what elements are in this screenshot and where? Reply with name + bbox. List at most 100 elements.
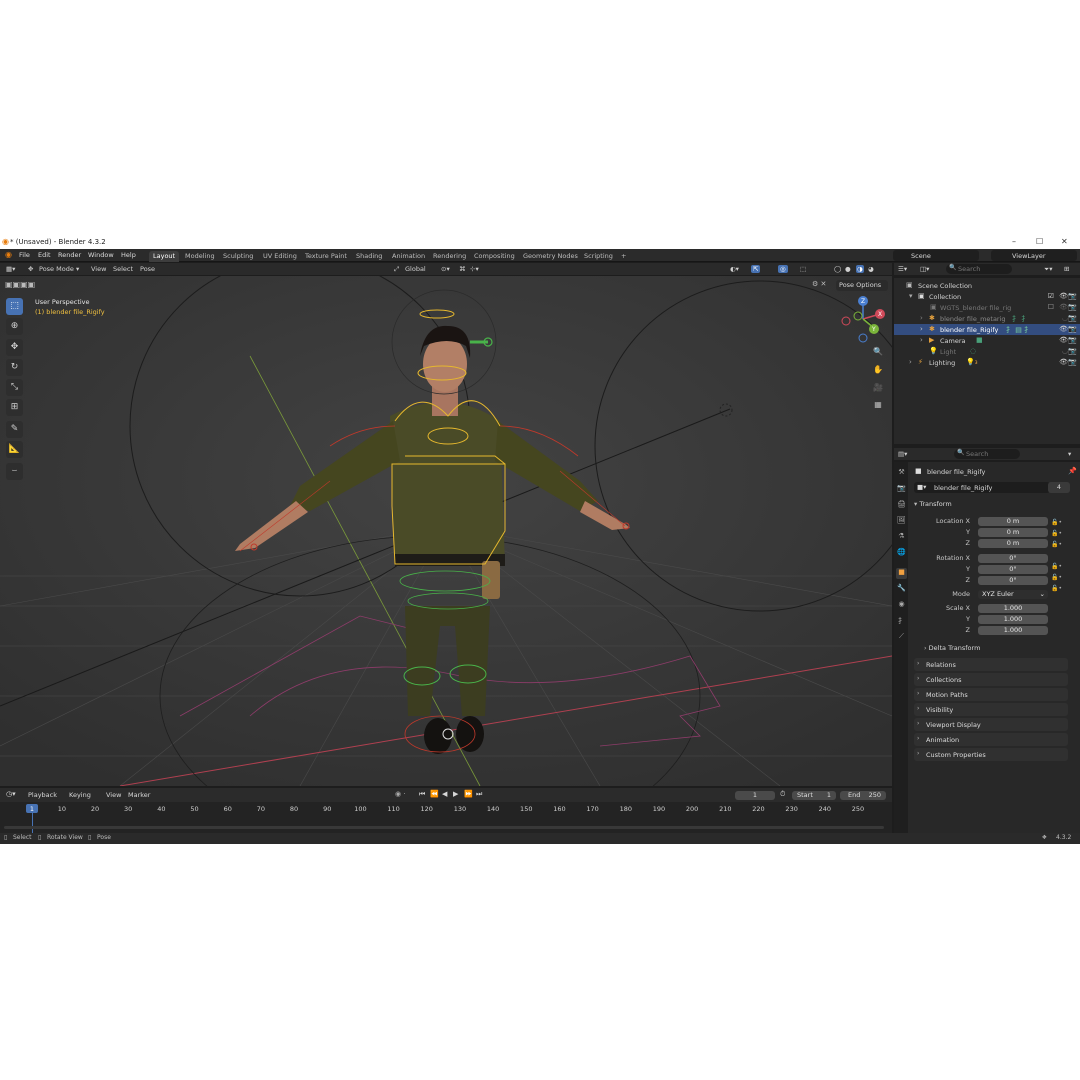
shading-wireframe-icon[interactable]: ◯ bbox=[834, 265, 841, 273]
location-y-field[interactable]: 0 m bbox=[978, 528, 1048, 537]
play-icon[interactable]: ▶ bbox=[453, 790, 458, 798]
start-frame-field[interactable]: Start 1 bbox=[792, 791, 836, 800]
outliner-row-rigify[interactable]: › ✱ blender file_Rigify ⺘ ▤ ⺘ 👁 📷 bbox=[894, 324, 1080, 335]
scene-tab-icon[interactable]: ⚗ bbox=[896, 532, 907, 543]
3d-viewport[interactable]: User Perspective (1) blender file_Rigify… bbox=[0, 276, 892, 786]
navigation-gizmo[interactable]: Z X Y bbox=[838, 294, 888, 344]
render-camera-icon[interactable]: 📷 bbox=[1068, 358, 1077, 366]
tab-sculpting[interactable]: Sculpting bbox=[219, 251, 257, 262]
timeline-scrollbar[interactable] bbox=[4, 826, 884, 829]
expand-chevron-icon[interactable]: › bbox=[920, 314, 923, 322]
render-tab-icon[interactable]: 📷 bbox=[896, 484, 907, 495]
tab-uv-editing[interactable]: UV Editing bbox=[259, 251, 301, 262]
transform-lock-icons[interactable]: 🔓• 🔓• 🔓• 🔓• 🔓• 🔓• bbox=[1051, 517, 1062, 594]
stopwatch-icon[interactable]: ⏱ bbox=[780, 790, 785, 799]
end-frame-field[interactable]: End 250 bbox=[840, 791, 886, 800]
shading-rendered-icon[interactable]: ◕ bbox=[868, 265, 874, 273]
custom-properties-panel[interactable]: › Custom Properties bbox=[914, 748, 1068, 761]
properties-editor-type-icon[interactable]: ▤▾ bbox=[898, 450, 907, 458]
camera-view-icon[interactable]: 🎥 bbox=[870, 380, 886, 396]
maximize-button[interactable]: ☐ bbox=[1036, 237, 1043, 246]
animation-panel[interactable]: › Animation bbox=[914, 733, 1068, 746]
constraints-tab-icon[interactable]: ⺘ bbox=[896, 616, 907, 627]
select-box-tool-icon[interactable]: ⬚ bbox=[6, 298, 23, 315]
transform-panel-header[interactable]: ▾ Transform bbox=[914, 500, 952, 508]
orientation-dropdown[interactable]: Global bbox=[405, 265, 426, 273]
relax-pose-tool-icon[interactable]: ⌣ bbox=[6, 463, 23, 480]
snap-icon[interactable]: ⌘ bbox=[459, 265, 466, 273]
menu-window[interactable]: Window bbox=[88, 251, 114, 259]
exclude-checkbox[interactable]: ☐ bbox=[1048, 303, 1054, 311]
selection-mode-icons[interactable]: ▣▣▣▣ bbox=[5, 280, 35, 289]
visibility-eye-icon[interactable]: 👁 bbox=[1059, 292, 1068, 300]
filter-icon[interactable]: ⏷▾ bbox=[1044, 265, 1052, 274]
rotation-mode-dropdown[interactable]: XYZ Euler ⌄ bbox=[978, 590, 1048, 599]
jump-start-icon[interactable]: ⏮ bbox=[419, 790, 425, 799]
outliner-row-wgts[interactable]: ▣ WGTS_blender file_rig ☐ 👁 📷 bbox=[894, 302, 1080, 313]
expand-chevron-icon[interactable]: › bbox=[920, 336, 923, 344]
menu-file[interactable]: File bbox=[19, 251, 30, 259]
close-window-button[interactable]: ✕ bbox=[1061, 237, 1068, 246]
tool-tab-icon[interactable]: ⚒ bbox=[896, 468, 907, 479]
new-collection-icon[interactable]: ⊞ bbox=[1064, 265, 1069, 273]
move-tool-icon[interactable]: ✥ bbox=[6, 339, 23, 356]
scene-selector[interactable]: Scene bbox=[893, 250, 979, 261]
location-z-field[interactable]: 0 m bbox=[978, 539, 1048, 548]
tab-compositing[interactable]: Compositing bbox=[470, 251, 519, 262]
exclude-checkbox[interactable]: ☑ bbox=[1048, 292, 1054, 300]
scale-tool-icon[interactable]: ⤡ bbox=[6, 379, 23, 396]
tab-layout[interactable]: Layout bbox=[149, 251, 180, 262]
physics-tab-icon[interactable]: ◉ bbox=[896, 600, 907, 611]
snap-target-icon[interactable]: ⊹▾ bbox=[470, 265, 479, 273]
outliner-row-light[interactable]: 💡 Light ◌ ◡ 📷 bbox=[894, 346, 1080, 357]
user-count-field[interactable]: 4 bbox=[1048, 482, 1070, 493]
outliner-row-collection[interactable]: ▾ ▣ Collection ☑ 👁 📷 bbox=[894, 291, 1080, 302]
menu-view[interactable]: View bbox=[91, 265, 106, 273]
visibility-eye-icon[interactable]: 👁 bbox=[1059, 325, 1068, 333]
rotation-y-field[interactable]: 0° bbox=[978, 565, 1048, 574]
render-camera-icon[interactable]: 📷 bbox=[1068, 336, 1077, 344]
scale-z-field[interactable]: 1.000 bbox=[978, 626, 1048, 635]
xray-icon[interactable]: ⬚ bbox=[800, 265, 806, 273]
viewlayer-selector[interactable]: ViewLayer bbox=[991, 250, 1077, 261]
measure-tool-icon[interactable]: 📐 bbox=[6, 441, 23, 458]
rotation-z-field[interactable]: 0° bbox=[978, 576, 1048, 585]
add-workspace-button[interactable]: + bbox=[617, 251, 630, 262]
pivot-icon[interactable]: ⊙▾ bbox=[441, 265, 450, 273]
modifiers-tab-icon[interactable]: 🔧 bbox=[896, 584, 907, 595]
visibility-icon[interactable]: ◐▾ bbox=[730, 265, 739, 273]
tab-rendering[interactable]: Rendering bbox=[429, 251, 470, 262]
render-camera-icon[interactable]: 📷 bbox=[1068, 292, 1077, 300]
auto-keying-icon[interactable]: ◉ · bbox=[395, 790, 406, 798]
blender-menu-icon[interactable]: ◉ bbox=[5, 250, 12, 259]
expand-chevron-icon[interactable]: › bbox=[920, 325, 923, 333]
relations-panel[interactable]: › Relations bbox=[914, 658, 1068, 671]
properties-options-icon[interactable]: ▾ bbox=[1068, 450, 1071, 458]
timeline-menu-marker[interactable]: Marker bbox=[128, 791, 150, 799]
expand-chevron-icon[interactable]: › bbox=[909, 358, 912, 366]
timeline-menu-playback[interactable]: Playback bbox=[28, 791, 57, 799]
outliner-row-scene-collection[interactable]: ▣ Scene Collection bbox=[894, 280, 1080, 291]
menu-select[interactable]: Select bbox=[113, 265, 133, 273]
visibility-panel[interactable]: › Visibility bbox=[914, 703, 1068, 716]
editor-type-icon[interactable]: ▦▾ bbox=[6, 265, 15, 273]
motion-paths-panel[interactable]: › Motion Paths bbox=[914, 688, 1068, 701]
mode-dropdown[interactable]: Pose Mode bbox=[39, 265, 74, 273]
outliner-row-camera[interactable]: › ▶ Camera ■ 👁 📷 bbox=[894, 335, 1080, 346]
tab-animation[interactable]: Animation bbox=[388, 251, 429, 262]
timeline-menu-keying[interactable]: Keying bbox=[69, 791, 91, 799]
timeline-editor-type-icon[interactable]: ◷▾ bbox=[6, 790, 16, 798]
object-name-field[interactable]: ■▾ blender file_Rigify bbox=[914, 482, 1050, 493]
annotate-tool-icon[interactable]: ✎ bbox=[6, 421, 23, 438]
properties-search-input[interactable]: 🔍 Search bbox=[954, 449, 1020, 459]
pin-icon[interactable]: 📌 bbox=[1068, 467, 1077, 475]
shading-material-icon[interactable]: ◑ bbox=[856, 265, 864, 273]
render-camera-icon[interactable]: 📷 bbox=[1068, 347, 1077, 355]
visibility-eye-icon[interactable]: ◡ bbox=[1062, 314, 1068, 322]
visibility-eye-icon[interactable]: ◡ bbox=[1062, 347, 1068, 355]
ortho-toggle-icon[interactable]: ▦ bbox=[870, 397, 886, 413]
object-tab-icon[interactable]: ■ bbox=[896, 568, 907, 579]
play-reverse-icon[interactable]: ◀ bbox=[442, 790, 447, 798]
visibility-eye-icon[interactable]: 👁 bbox=[1059, 358, 1068, 366]
jump-end-icon[interactable]: ⏭ bbox=[476, 790, 482, 799]
